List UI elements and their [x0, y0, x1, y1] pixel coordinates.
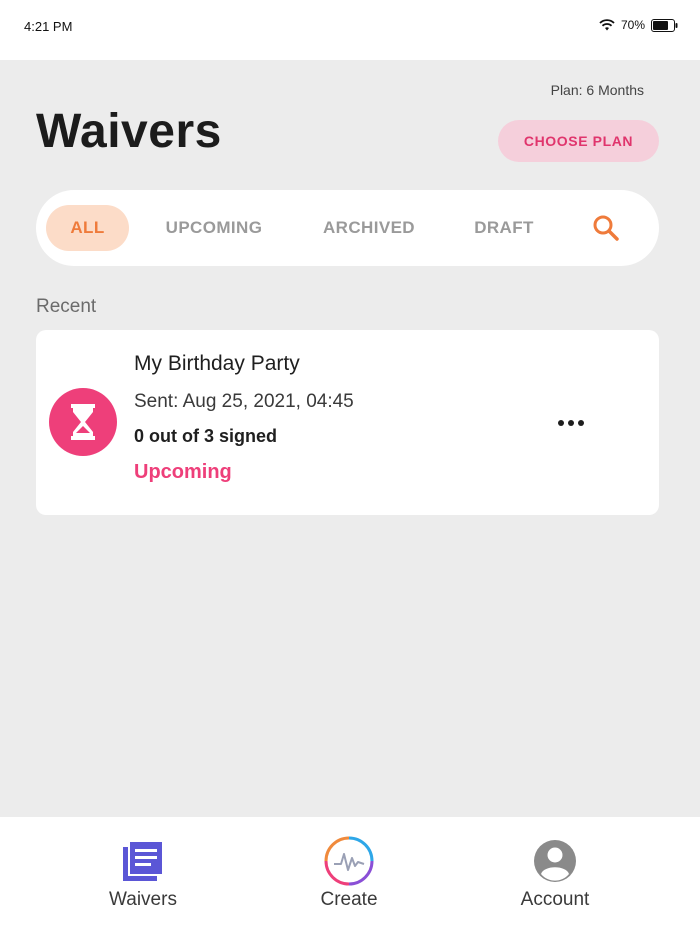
bottom-nav: Waivers Create Account [0, 817, 700, 934]
tab-archived[interactable]: ARCHIVED [311, 205, 427, 251]
status-time: 4:21 PM [24, 19, 73, 34]
user-icon [533, 837, 577, 885]
document-list-icon [121, 837, 165, 885]
waiver-title: My Birthday Party [134, 352, 300, 375]
nav-account-label: Account [520, 889, 590, 910]
waiver-card[interactable]: My Birthday Party Sent: Aug 25, 2021, 04… [36, 330, 659, 515]
search-icon[interactable] [590, 212, 622, 244]
tab-draft[interactable]: DRAFT [464, 205, 544, 251]
filter-tabs: ALL UPCOMING ARCHIVED DRAFT [36, 190, 659, 266]
battery-icon [651, 18, 678, 32]
nav-waivers-label: Waivers [109, 889, 177, 910]
waiver-status: Upcoming [134, 461, 232, 483]
status-indicators: 70% [599, 18, 678, 32]
nav-create[interactable]: Create [279, 836, 419, 911]
wifi-icon [599, 19, 615, 31]
signature-icon [324, 836, 374, 886]
waiver-sent-date: Sent: Aug 25, 2021, 04:45 [134, 391, 354, 412]
nav-account[interactable]: Account [485, 837, 625, 911]
waiver-signed-count: 0 out of 3 signed [134, 426, 278, 446]
more-options-icon[interactable] [551, 408, 591, 438]
tab-all[interactable]: ALL [46, 205, 129, 251]
page-title: Waivers [36, 105, 222, 158]
tab-upcoming[interactable]: UPCOMING [154, 205, 274, 251]
nav-waivers[interactable]: Waivers [73, 837, 213, 911]
choose-plan-button[interactable]: CHOOSE PLAN [498, 120, 659, 162]
status-bar: 4:21 PM 70% [0, 0, 700, 60]
nav-create-label: Create [320, 889, 378, 910]
hourglass-icon [49, 388, 117, 456]
battery-percent: 70% [620, 18, 645, 32]
section-label-recent: Recent [36, 296, 97, 317]
plan-label: Plan: 6 Months [550, 82, 644, 98]
